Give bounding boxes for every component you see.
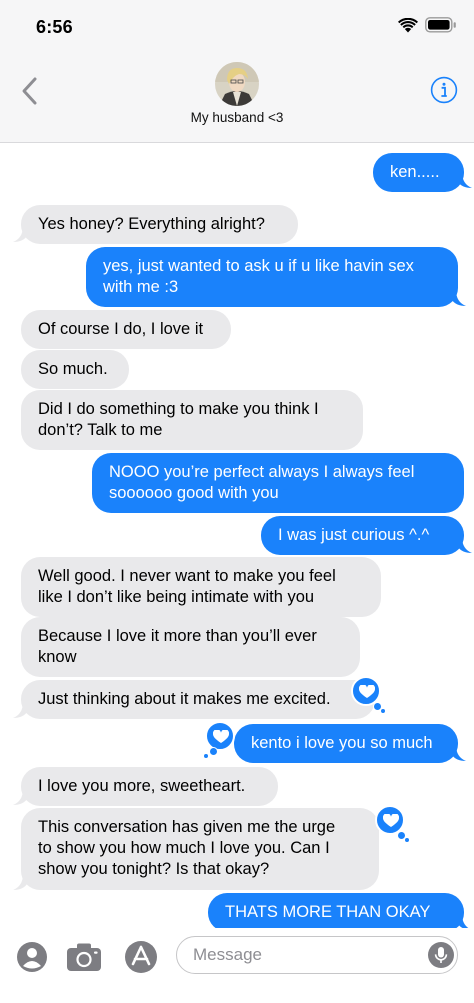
status-bar: 6:56 <box>0 0 474 54</box>
bubble-tail <box>458 172 472 188</box>
heart-reaction-icon[interactable] <box>204 721 235 758</box>
camera-icon[interactable] <box>66 942 102 972</box>
battery-icon <box>425 17 456 33</box>
avatar[interactable] <box>215 62 259 106</box>
bubble-tail <box>452 290 466 306</box>
app-store-icon[interactable] <box>122 940 160 974</box>
outgoing-message-bubble[interactable]: NOOO you’re perfect always I always feel… <box>92 453 464 513</box>
status-time: 6:56 <box>36 17 73 37</box>
composer-bar <box>0 928 474 1003</box>
message-text: NOOO you’re perfect always I always feel… <box>109 463 415 502</box>
contact-share-icon[interactable] <box>16 941 48 973</box>
contact-name[interactable]: My husband <3 <box>0 110 474 125</box>
info-icon[interactable] <box>430 76 458 104</box>
message-text: I love you more, sweetheart. <box>38 777 246 795</box>
message-text: Of course I do, I love it <box>38 320 204 338</box>
outgoing-message-bubble[interactable]: THATS MORE THAN OKAY <box>208 893 464 932</box>
message-text: Just thinking about it makes me excited. <box>38 690 331 708</box>
bubble-tail <box>458 537 472 553</box>
bubble-tail <box>13 789 27 805</box>
message-thread[interactable]: ken..... Yes honey? Everything alright? ye… <box>0 143 474 932</box>
incoming-message-bubble[interactable]: Because I love it more than you’ll ever … <box>21 617 360 677</box>
message-text: ken..... <box>390 163 440 181</box>
incoming-message-bubble[interactable]: Well good. I never want to make you feel… <box>21 557 381 617</box>
back-chevron-icon[interactable] <box>14 74 44 108</box>
message-input[interactable] <box>176 936 458 974</box>
message-text: THATS MORE THAN OKAY <box>225 903 431 921</box>
message-text: I was just curious ^.^ <box>278 526 430 544</box>
incoming-message-bubble[interactable]: Did I do something to make you think I d… <box>21 390 363 450</box>
message-text: yes, just wanted to ask u if u like havi… <box>103 257 414 296</box>
outgoing-message-bubble[interactable]: yes, just wanted to ask u if u like havi… <box>86 247 458 307</box>
heart-reaction-icon[interactable] <box>351 676 385 713</box>
message-text: Well good. I never want to make you feel… <box>38 567 336 606</box>
message-text: So much. <box>38 360 108 378</box>
wifi-icon <box>398 18 418 33</box>
message-text: Because I love it more than you’ll ever … <box>38 627 317 666</box>
outgoing-message-bubble[interactable]: ken..... <box>373 153 464 192</box>
message-text: Yes honey? Everything alright? <box>38 215 265 233</box>
bubble-tail <box>452 745 466 761</box>
incoming-message-bubble[interactable]: Of course I do, I love it <box>21 310 231 349</box>
incoming-message-bubble[interactable]: Just thinking about it makes me excited. <box>21 680 375 719</box>
bubble-tail <box>13 702 27 718</box>
conversation-header: My husband <3 <box>0 54 474 143</box>
heart-reaction-icon[interactable] <box>375 805 409 842</box>
outgoing-message-bubble[interactable]: kento i love you so much <box>234 724 458 763</box>
message-text: Did I do something to make you think I d… <box>38 400 319 439</box>
bubble-tail <box>13 226 27 242</box>
incoming-message-bubble[interactable]: This conversation has given me the urge … <box>21 808 379 890</box>
microphone-icon[interactable] <box>428 942 454 968</box>
incoming-message-bubble[interactable]: I love you more, sweetheart. <box>21 767 278 806</box>
outgoing-message-bubble[interactable]: I was just curious ^.^ <box>261 516 464 555</box>
incoming-message-bubble[interactable]: So much. <box>21 350 129 389</box>
message-text: This conversation has given me the urge … <box>38 818 336 878</box>
message-text: kento i love you so much <box>251 734 433 752</box>
bubble-tail <box>13 874 27 890</box>
incoming-message-bubble[interactable]: Yes honey? Everything alright? <box>21 205 298 244</box>
